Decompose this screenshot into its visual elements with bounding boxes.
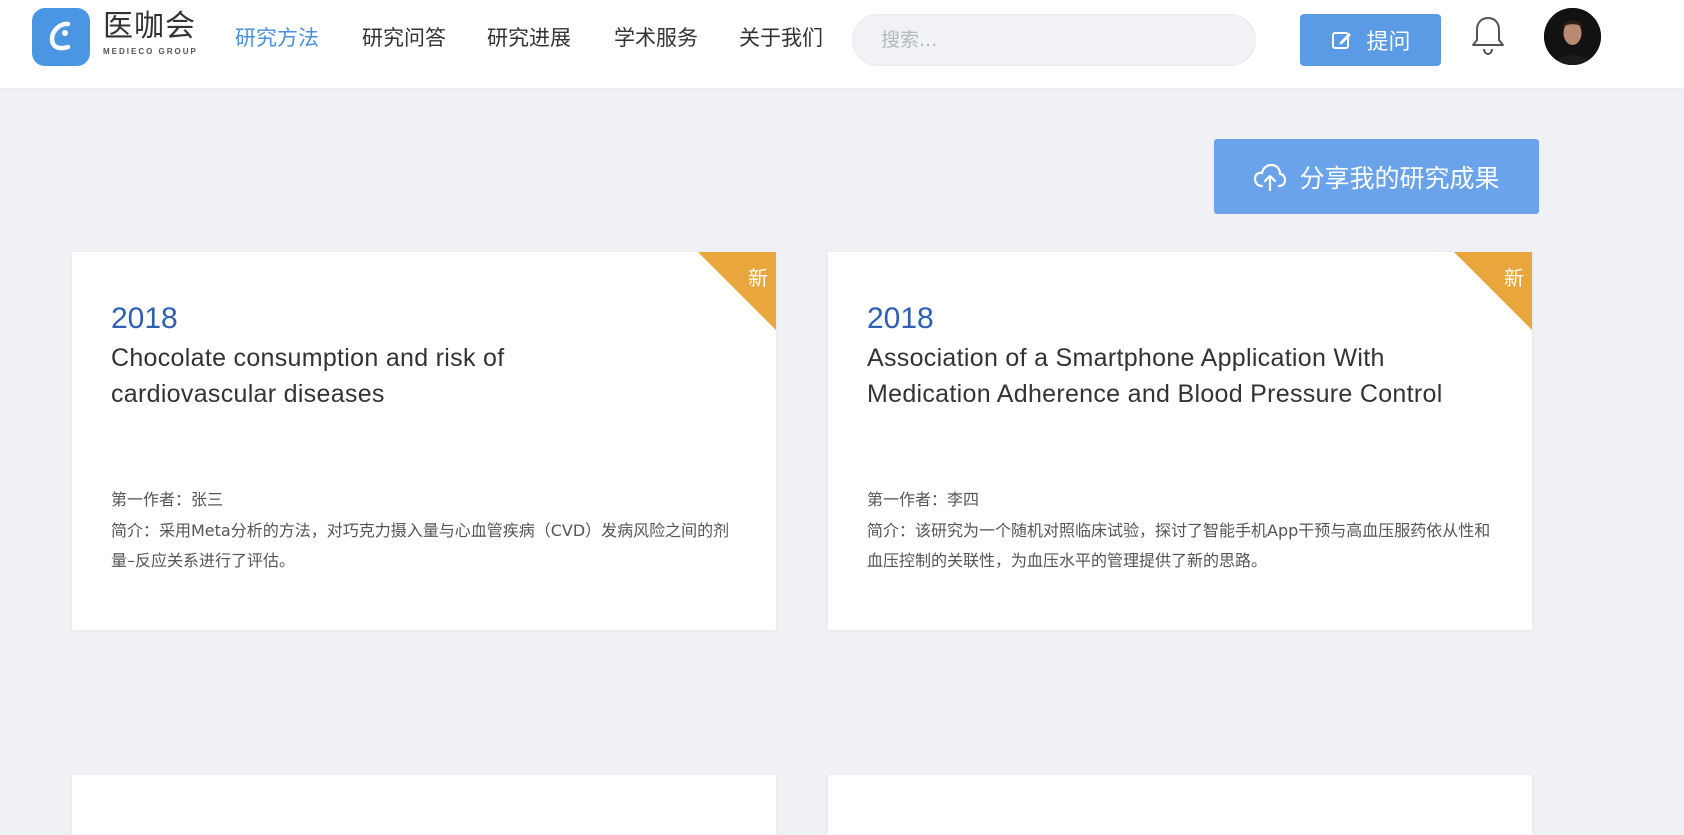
new-badge-label: 新 [1504,266,1524,290]
avatar[interactable] [1544,8,1601,65]
brand-name-en: MEDIECO GROUP [103,47,198,56]
edit-icon [1330,28,1354,52]
card-title[interactable]: Association of a Smartphone Application … [867,340,1467,412]
card-intro: 简介：采用Meta分析的方法，对巧克力摄入量与心血管疾病（CVD）发病风险之间的… [111,521,730,570]
nav-item-research-methods[interactable]: 研究方法 [235,22,319,54]
share-research-button[interactable]: 分享我的研究成果 [1214,139,1539,214]
research-card[interactable]: 新 2018 Association of a Smartphone Appli… [828,252,1532,630]
logo-wordmark[interactable]: 医咖会 MEDIECO GROUP [103,9,198,57]
nav-item-research-progress[interactable]: 研究进展 [487,22,571,54]
cloud-upload-icon [1253,163,1287,191]
new-badge-label: 新 [748,266,768,290]
research-card[interactable] [72,775,776,835]
card-author: 第一作者：李四 [867,490,980,509]
logo-icon[interactable] [32,8,90,66]
card-title[interactable]: Chocolate consumption and risk of cardio… [111,340,571,412]
bell-icon[interactable] [1468,14,1508,58]
research-card[interactable]: 新 2018 Chocolate consumption and risk of… [72,252,776,630]
nav-item-academic-services[interactable]: 学术服务 [614,22,698,54]
share-research-label: 分享我的研究成果 [1299,163,1500,193]
nav-item-about-us[interactable]: 关于我们 [739,22,823,54]
card-author: 第一作者：张三 [111,490,224,509]
card-year: 2018 [867,302,934,335]
search-input[interactable] [852,14,1256,66]
brand-name-cn: 医咖会 [103,9,196,44]
card-intro: 简介：该研究为一个随机对照临床试验，探讨了智能手机App干预与高血压服药依从性和… [867,521,1491,570]
ask-question-label: 提问 [1366,30,1411,55]
research-card[interactable] [828,775,1532,835]
nav-item-research-qa[interactable]: 研究问答 [362,22,446,54]
top-header: 医咖会 MEDIECO GROUP 研究方法 研究问答 研究进展 学术服务 关于… [0,0,1684,88]
card-year: 2018 [111,302,178,335]
ask-question-button[interactable]: 提问 [1300,14,1441,66]
